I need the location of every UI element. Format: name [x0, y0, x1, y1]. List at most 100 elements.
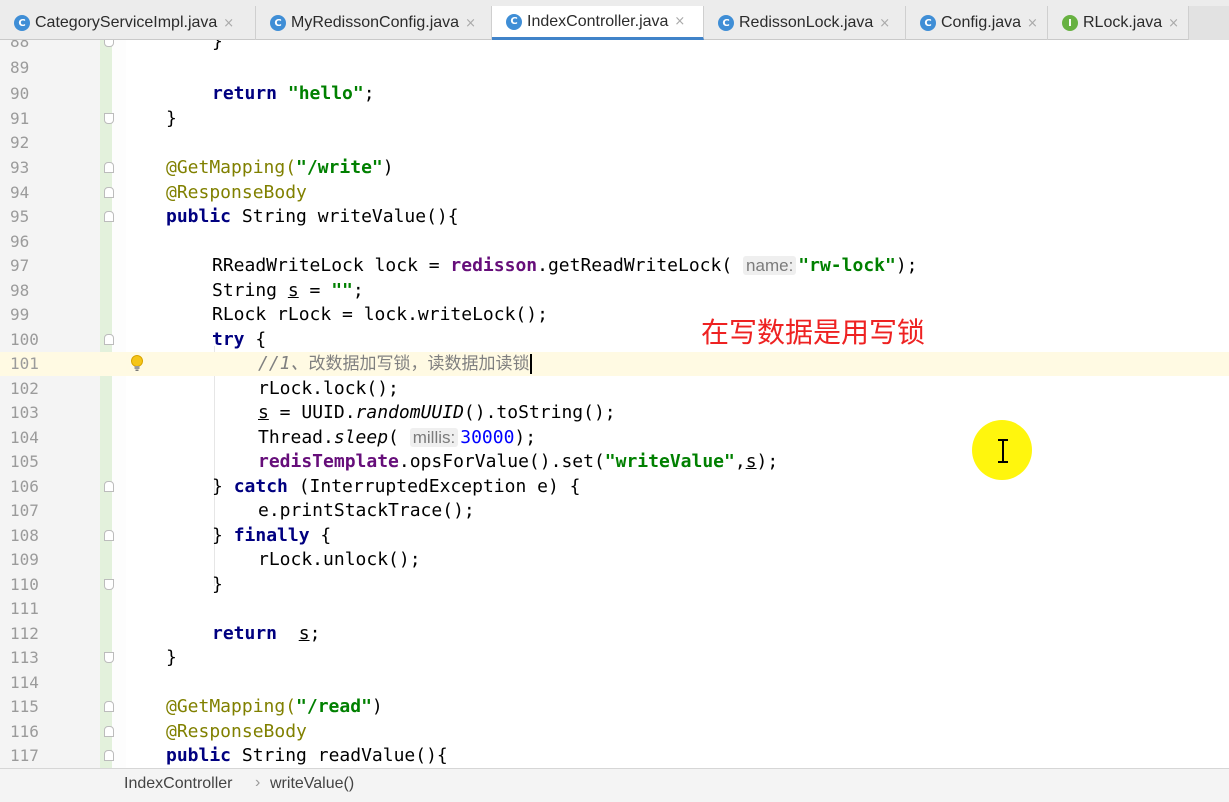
- line-number: 117: [10, 746, 39, 765]
- line-number: 111: [10, 599, 39, 618]
- code-line: 94 @ResponseBody: [0, 181, 1229, 205]
- fold-marker[interactable]: [104, 701, 114, 712]
- tab-rlock[interactable]: I RLock.java ×: [1048, 6, 1189, 40]
- tab-label: IndexController.java: [527, 12, 669, 30]
- java-class-icon: C: [718, 15, 734, 31]
- fold-marker[interactable]: [104, 652, 114, 663]
- current-line: 101 //1、改数据加写锁，读数据加读锁: [0, 352, 1229, 376]
- line-number: 90: [10, 84, 30, 103]
- tab-myredissonconfig[interactable]: C MyRedissonConfig.java ×: [256, 6, 492, 40]
- code-line: 106 } catch (InterruptedException e) {: [0, 475, 1229, 499]
- line-number: 95: [10, 207, 30, 226]
- fold-marker[interactable]: [104, 481, 114, 492]
- tab-config[interactable]: C Config.java ×: [906, 6, 1048, 40]
- fold-marker[interactable]: [104, 40, 114, 47]
- line-number: 104: [10, 428, 39, 447]
- code-text: } catch (InterruptedException e) {: [212, 476, 581, 497]
- tab-label: MyRedissonConfig.java: [291, 14, 460, 31]
- java-class-icon: C: [270, 15, 286, 31]
- fold-marker[interactable]: [104, 334, 114, 345]
- code-line: 117 public String readValue(){: [0, 744, 1229, 768]
- fold-marker[interactable]: [104, 211, 114, 222]
- java-interface-icon: I: [1062, 15, 1078, 31]
- line-number: 105: [10, 452, 39, 471]
- close-icon[interactable]: ×: [674, 14, 685, 29]
- code-line: 95 public String writeValue(){: [0, 205, 1229, 229]
- code-text: @ResponseBody: [166, 721, 307, 742]
- code-line: 110 }: [0, 573, 1229, 597]
- code-text: }: [166, 108, 177, 129]
- close-icon[interactable]: ×: [879, 16, 890, 31]
- fold-marker[interactable]: [104, 726, 114, 737]
- line-number: 100: [10, 330, 39, 349]
- line-number: 103: [10, 403, 39, 422]
- tab-redissonlock[interactable]: C RedissonLock.java ×: [704, 6, 906, 40]
- code-text: Thread.sleep( millis: 30000);: [258, 427, 537, 448]
- tab-label: RedissonLock.java: [739, 14, 874, 31]
- fold-marker[interactable]: [104, 187, 114, 198]
- code-text: @ResponseBody: [166, 182, 307, 203]
- code-text: rLock.lock();: [258, 378, 399, 399]
- line-number: 92: [10, 133, 30, 152]
- code-line: 96: [0, 230, 1229, 254]
- code-text: public String readValue(){: [166, 745, 448, 766]
- lightbulb-icon[interactable]: [128, 352, 146, 376]
- code-text: try {: [212, 329, 267, 350]
- close-icon[interactable]: ×: [465, 16, 476, 31]
- close-icon[interactable]: ×: [1027, 16, 1038, 31]
- code-line: 97 RReadWriteLock lock = redisson.getRea…: [0, 254, 1229, 278]
- code-line: 92: [0, 131, 1229, 155]
- ibeam-cursor-icon: [998, 439, 1008, 463]
- fold-marker[interactable]: [104, 579, 114, 590]
- code-text: String s = "";: [212, 280, 364, 301]
- tab-label: RLock.java: [1083, 14, 1163, 31]
- code-text: }: [166, 647, 177, 668]
- line-number: 98: [10, 281, 30, 300]
- code-line: 103 s = UUID.randomUUID().toString();: [0, 401, 1229, 425]
- close-icon[interactable]: ×: [1168, 16, 1179, 31]
- code-line: 93 @GetMapping("/write"): [0, 156, 1229, 180]
- code-text: @GetMapping("/write"): [166, 157, 394, 178]
- text-caret: [529, 354, 532, 374]
- java-class-icon: C: [14, 15, 30, 31]
- breadcrumb-method[interactable]: writeValue(): [270, 775, 354, 793]
- tab-overflow-area[interactable]: [1189, 6, 1229, 40]
- line-number: 114: [10, 673, 39, 692]
- fold-marker[interactable]: [104, 162, 114, 173]
- code-line: 89: [0, 56, 1229, 80]
- line-number: 115: [10, 697, 39, 716]
- fold-marker[interactable]: [104, 113, 114, 124]
- breadcrumb-class[interactable]: IndexController: [124, 775, 233, 793]
- code-text: RReadWriteLock lock = redisson.getReadWr…: [212, 255, 918, 276]
- code-line: 116 @ResponseBody: [0, 720, 1229, 744]
- code-editor[interactable]: 88 } 89 90 return "hello"; 91 } 92 93 @G…: [0, 40, 1229, 768]
- code-line: 104 Thread.sleep( millis: 30000);: [0, 426, 1229, 450]
- line-number: 101: [10, 354, 39, 373]
- code-line: 90 return "hello";: [0, 82, 1229, 106]
- code-text: } finally {: [212, 525, 332, 546]
- code-line: 88 }: [0, 40, 1229, 54]
- line-number: 91: [10, 109, 30, 128]
- code-text: s = UUID.randomUUID().toString();: [258, 402, 616, 423]
- line-number: 102: [10, 379, 39, 398]
- code-text: //1、改数据加写锁，读数据加读锁: [258, 353, 532, 374]
- parameter-hint: millis:: [409, 428, 459, 447]
- breadcrumb-separator: ›: [255, 774, 261, 791]
- tab-indexcontroller[interactable]: C IndexController.java ×: [492, 6, 704, 40]
- close-icon[interactable]: ×: [223, 16, 234, 31]
- fold-marker[interactable]: [104, 530, 114, 541]
- line-number: 107: [10, 501, 39, 520]
- java-class-icon: C: [506, 13, 522, 30]
- code-text: redisTemplate.opsForValue().set("writeVa…: [258, 451, 779, 472]
- line-number: 89: [10, 58, 30, 77]
- code-line: 102 rLock.lock();: [0, 377, 1229, 401]
- line-number: 112: [10, 624, 39, 643]
- code-text: @GetMapping("/read"): [166, 696, 383, 717]
- tab-categoryserviceimpl[interactable]: C CategoryServiceImpl.java ×: [0, 6, 256, 40]
- code-text: rLock.unlock();: [258, 549, 421, 570]
- breadcrumb: IndexController › writeValue(): [0, 768, 1229, 802]
- fold-marker[interactable]: [104, 750, 114, 761]
- code-text: }: [212, 574, 223, 595]
- code-line: 91 }: [0, 107, 1229, 131]
- line-number: 110: [10, 575, 39, 594]
